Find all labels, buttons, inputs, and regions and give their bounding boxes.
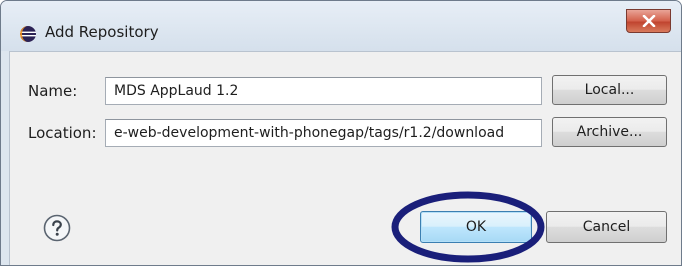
archive-button[interactable]: Archive...: [552, 117, 667, 147]
local-button[interactable]: Local...: [552, 75, 667, 105]
help-icon[interactable]: [43, 214, 71, 242]
title-bar[interactable]: Add Repository: [1, 1, 681, 51]
location-label: Location:: [28, 124, 97, 142]
close-icon: [642, 15, 655, 27]
ok-highlight-ellipse: [391, 191, 545, 263]
dialog-body: Name: Local... Location: Archive... OK C…: [9, 51, 681, 265]
cancel-button[interactable]: Cancel: [546, 211, 667, 243]
name-field[interactable]: [105, 77, 542, 105]
name-label: Name:: [28, 82, 78, 100]
dialog-title: Add Repository: [45, 23, 159, 41]
location-field[interactable]: [105, 119, 542, 147]
eclipse-icon: [20, 26, 36, 42]
close-button[interactable]: [626, 9, 671, 33]
add-repository-dialog: Add Repository Name: Local... Location: …: [0, 0, 682, 266]
